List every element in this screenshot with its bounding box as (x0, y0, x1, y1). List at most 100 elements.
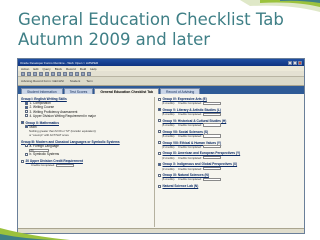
credits-label: Credits Completed: (177, 177, 202, 182)
term-label: Term (86, 79, 93, 83)
credits-field[interactable] (56, 163, 75, 167)
column-divider (154, 97, 155, 227)
group-checkbox[interactable] (158, 141, 161, 145)
student-label: Student (69, 79, 81, 83)
language-field[interactable]: (B) (29, 148, 49, 152)
writing-proficiency-checkbox[interactable] (25, 110, 28, 114)
credits-label: Credits Completed: (177, 123, 202, 128)
group-english-writing: Group I: English Writing Skills 1. Compo… (21, 97, 151, 118)
menu-block[interactable]: Block (55, 67, 62, 71)
credits-label: Credits Completed: (177, 112, 202, 117)
credits-field[interactable] (203, 101, 222, 105)
menu-record[interactable]: Record (66, 67, 76, 71)
slide-title-line2: Autumn 2009 and later (18, 30, 211, 49)
group-natural-science-lab: Natural Science Lab (N) (158, 184, 300, 188)
upper-division-checkbox[interactable] (21, 159, 24, 163)
group-upper-division: 20 Upper Division Credit Requirement Cre… (21, 159, 151, 167)
checkbox-label: a. Foreign Language (29, 143, 59, 148)
menu-help[interactable]: Help (90, 67, 96, 71)
credits-field[interactable] (203, 156, 222, 160)
group-checkbox[interactable] (158, 173, 161, 177)
form-name: Advising Record Form: GECHSI (21, 79, 64, 83)
credit-requirement: (6 credits) (162, 112, 175, 117)
group-checkbox[interactable] (158, 130, 161, 134)
credits-label: Credits Completed: (177, 101, 202, 106)
query-icon[interactable] (51, 72, 55, 76)
symbolic-systems-checkbox[interactable] (25, 152, 28, 156)
credit-requirement: (6 credits) (162, 177, 175, 182)
paste-icon[interactable] (45, 72, 49, 76)
next-record-icon[interactable] (63, 72, 67, 76)
help-icon[interactable] (81, 72, 85, 76)
credit-requirement: (3 credits) (162, 166, 175, 171)
group-checkbox[interactable] (158, 119, 161, 123)
menu-field[interactable]: Field (80, 67, 87, 71)
group-natural-sciences: Group XI: Natural Sciences (N) (6 credit… (158, 173, 300, 181)
writing-course-checkbox[interactable] (25, 105, 28, 109)
group-ethical-human-values: Group VIII: Ethical & Human Values (Y) (… (158, 141, 300, 149)
group-historical-cultural: Group VI: Historical & Cultural Studies … (158, 119, 300, 127)
group-mathematics: Group II: Mathematics Math Nothing great… (21, 120, 151, 137)
forms-runtime-window: Oracle Developer Forms Runtime - Web: Op… (17, 58, 305, 234)
minimize-icon[interactable] (288, 60, 292, 65)
right-column: Group IV: Expressive Arts (E) (4 credits… (158, 97, 300, 227)
composition-checkbox[interactable] (25, 101, 28, 105)
window-title: Oracle Developer Forms Runtime - Web: Op… (20, 60, 99, 65)
credit-requirement: (6 credits) (162, 123, 175, 128)
group-title: Natural Science Lab (N) (162, 184, 199, 189)
group-checkbox[interactable] (158, 151, 161, 155)
group-indigenous-global: Group X: Indigenous and Global Perspecti… (158, 162, 300, 171)
mathematics-checkbox[interactable] (21, 121, 24, 125)
credits-field[interactable] (203, 134, 222, 138)
tab-bar: Student Information Test Scores General … (18, 86, 304, 94)
close-icon[interactable] (298, 60, 302, 65)
group-american-european: Group IX: American and European Perspect… (158, 151, 300, 160)
group-social-sciences: Group VII: Social Sciences (S) (6 credit… (158, 130, 300, 138)
credits-label: Credits Completed: (177, 133, 202, 138)
prev-record-icon[interactable] (57, 72, 61, 76)
credits-field[interactable] (203, 123, 222, 127)
decorative-corner-bottom (0, 228, 70, 240)
form-header: Advising Record Form: GECHSI Student Ter… (18, 77, 304, 86)
group-checkbox[interactable] (158, 97, 161, 101)
credit-requirement: (3 credits) (162, 144, 175, 149)
foreign-language-checkbox[interactable] (25, 144, 28, 148)
checkbox-label: 4. Upper Division Writing Requirement in… (29, 113, 96, 118)
credits-field[interactable] (203, 112, 222, 116)
cut-icon[interactable] (33, 72, 37, 76)
group-languages: Group III: Modern and Classical Language… (21, 140, 151, 157)
credits-field[interactable] (203, 177, 222, 181)
upper-division-writing-checkbox[interactable] (25, 114, 28, 118)
credits-label: Credits Completed: (177, 144, 202, 149)
menu-query[interactable]: Query (43, 67, 51, 71)
left-column: Group I: English Writing Skills 1. Compo… (21, 97, 151, 227)
checkbox-label: b. Symbolic Systems (29, 152, 60, 157)
maximize-icon[interactable] (293, 60, 297, 65)
exit-icon[interactable] (87, 72, 91, 76)
credits-label: Credits Completed: (177, 155, 202, 160)
credit-requirement: (4 credits) (162, 101, 175, 106)
math-note: or "exempt" with ACT/SAT score (29, 133, 69, 138)
math-checkbox[interactable] (25, 125, 28, 129)
slide-title-line1: General Education Checklist Tab (18, 10, 284, 29)
menu-action[interactable]: Action (21, 67, 29, 71)
group-literary-artistic: Group V: Literary & Artistic Studies (L)… (158, 108, 300, 116)
credits-field[interactable] (203, 145, 222, 149)
save-icon[interactable] (21, 72, 25, 76)
print-icon[interactable] (27, 72, 31, 76)
group-checkbox[interactable] (158, 162, 161, 166)
window-titlebar: Oracle Developer Forms Runtime - Web: Op… (18, 59, 304, 66)
credit-requirement: (6 credits) (162, 133, 175, 138)
credits-field[interactable] (203, 166, 222, 171)
menu-edit[interactable]: Edit (33, 67, 38, 71)
credit-requirement: (3 credits) (162, 155, 175, 160)
delete-record-icon[interactable] (75, 72, 79, 76)
group-checkbox[interactable] (158, 184, 161, 188)
group-checkbox[interactable] (158, 108, 161, 112)
checklist-content: Group I: English Writing Skills 1. Compo… (18, 94, 304, 233)
insert-record-icon[interactable] (69, 72, 73, 76)
group-expressive-arts: Group IV: Expressive Arts (E) (4 credits… (158, 97, 300, 105)
credits-label: Credits Completed: (31, 163, 55, 168)
copy-icon[interactable] (39, 72, 43, 76)
slide-title: General Education Checklist Tab Autumn 2… (18, 10, 308, 50)
